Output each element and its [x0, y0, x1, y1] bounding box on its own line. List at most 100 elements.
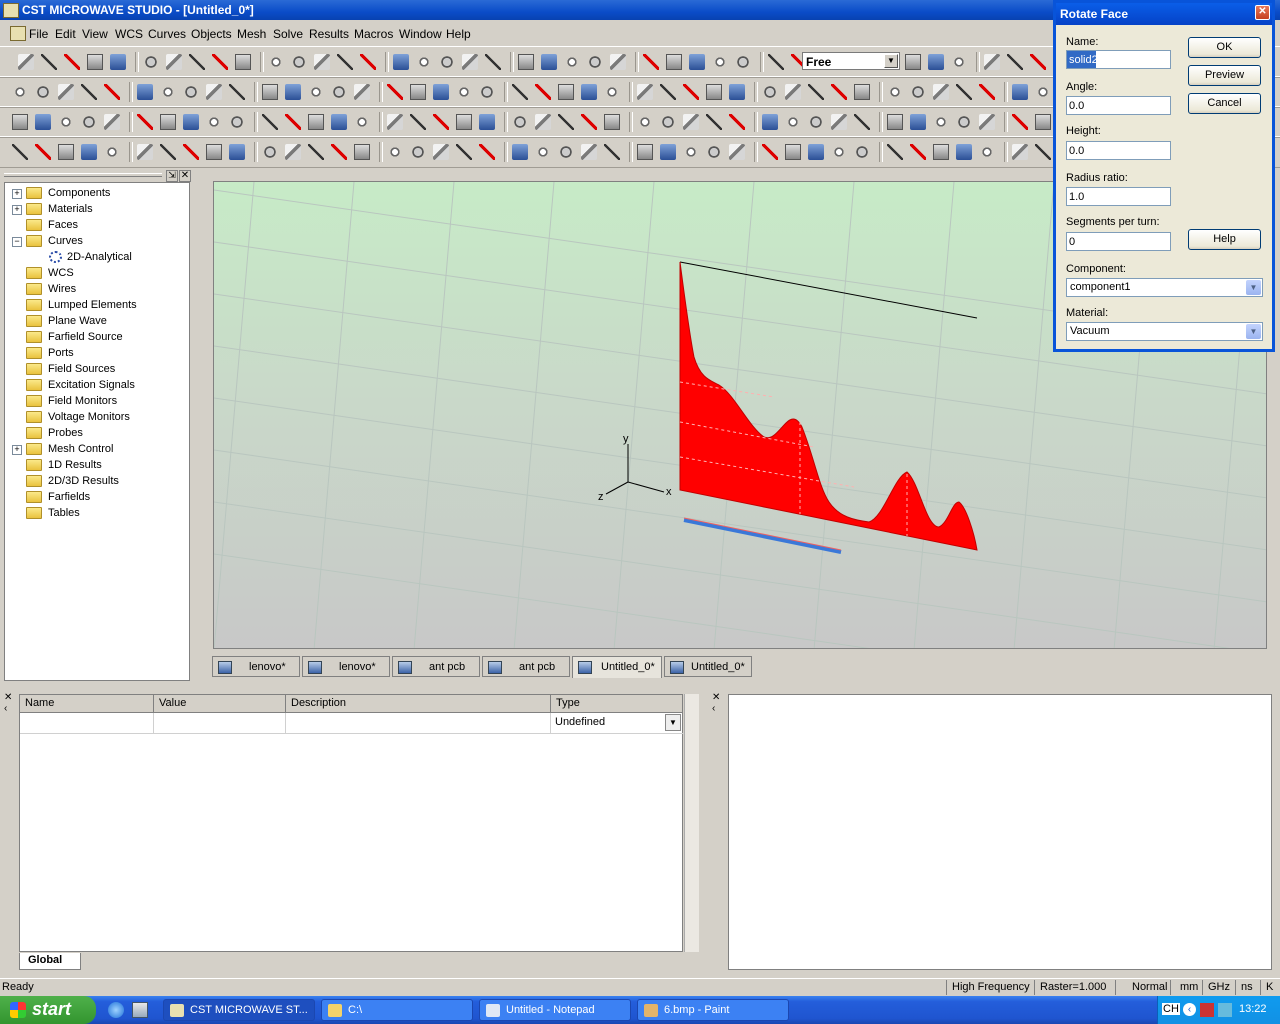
tab-ant-pcb-2[interactable]: ant pcb [482, 656, 570, 677]
menu-mesh[interactable]: Mesh [237, 27, 266, 41]
toolbar-tool-icon[interactable] [183, 114, 199, 130]
tree-item[interactable]: + Materials [5, 202, 189, 218]
toolbar-tool-icon[interactable] [104, 84, 120, 100]
toolbar-tool-icon[interactable] [160, 144, 176, 160]
task-cst[interactable]: CST MICROWAVE ST... [163, 999, 315, 1021]
ok-button[interactable]: OK [1188, 37, 1261, 58]
toolbar-tool-icon[interactable] [81, 84, 97, 100]
toolbar-tool-icon[interactable] [683, 144, 699, 160]
menu-solve[interactable]: Solve [273, 27, 303, 41]
toolbar-tool-icon[interactable] [87, 54, 103, 70]
toolbar-tool-icon[interactable] [785, 144, 801, 160]
toolbar-tool-icon[interactable] [262, 84, 278, 100]
toolbar-tool-icon[interactable] [35, 114, 51, 130]
toolbar-tool-icon[interactable] [479, 114, 495, 130]
toolbar-tool-icon[interactable] [41, 54, 57, 70]
chevron-down-icon[interactable]: ▼ [665, 714, 681, 731]
tree-item[interactable]: Voltage Monitors [5, 410, 189, 426]
toolbar-tool-icon[interactable] [268, 54, 284, 70]
tree-item[interactable]: 2D/3D Results [5, 474, 189, 490]
toolbar-tool-icon[interactable] [1007, 54, 1023, 70]
toolbar-tool-icon[interactable] [706, 84, 722, 100]
toolbar-tool-icon[interactable] [1035, 144, 1051, 160]
tree-item[interactable]: Probes [5, 426, 189, 442]
toolbar-tool-icon[interactable] [183, 84, 199, 100]
tree-item[interactable]: WCS [5, 266, 189, 282]
expand-icon[interactable]: + [12, 189, 22, 199]
network-icon[interactable] [1218, 1003, 1232, 1017]
height-field[interactable] [1066, 141, 1171, 160]
document-icon[interactable] [10, 26, 26, 41]
toolbar-tool-icon[interactable] [558, 84, 574, 100]
toolbar-tool-icon[interactable] [660, 144, 676, 160]
toolbar-tool-icon[interactable] [206, 84, 222, 100]
pin-icon[interactable]: ‹ [712, 703, 726, 714]
tab-untitled-2[interactable]: Untitled_0* [664, 656, 752, 677]
toolbar-tool-icon[interactable] [887, 114, 903, 130]
toolbar-tool-icon[interactable] [110, 54, 126, 70]
expand-icon[interactable]: + [12, 205, 22, 215]
tab-ant-pcb-1[interactable]: ant pcb [392, 656, 480, 677]
radius-ratio-field[interactable] [1066, 187, 1171, 206]
toolbar-tool-icon[interactable] [762, 114, 778, 130]
toolbar-tool-icon[interactable] [166, 54, 182, 70]
toolbar-tool-icon[interactable] [456, 84, 472, 100]
toolbar-tool-icon[interactable] [785, 114, 801, 130]
toolbar-tool-icon[interactable] [18, 54, 34, 70]
tree-item[interactable]: Wires [5, 282, 189, 298]
toolbar-tool-icon[interactable] [535, 84, 551, 100]
toolbar-tool-icon[interactable] [212, 54, 228, 70]
toolbar-tool-icon[interactable] [712, 54, 728, 70]
toolbar-tool-icon[interactable] [262, 114, 278, 130]
toolbar-tool-icon[interactable] [331, 114, 347, 130]
toolbar-tool-icon[interactable] [604, 144, 620, 160]
tree-item[interactable]: Excitation Signals [5, 378, 189, 394]
chevron-down-icon[interactable]: ▼ [1246, 324, 1261, 339]
tree-item[interactable]: 2D-Analytical [5, 250, 189, 266]
menu-wcs[interactable]: WCS [115, 27, 143, 41]
toolbar-tool-icon[interactable] [410, 144, 426, 160]
toolbar-tool-icon[interactable] [81, 144, 97, 160]
menu-window[interactable]: Window [399, 27, 442, 41]
tree-item[interactable]: Field Sources [5, 362, 189, 378]
toolbar-tool-icon[interactable] [12, 84, 28, 100]
expand-icon[interactable]: + [12, 445, 22, 455]
ie-icon[interactable] [108, 1002, 124, 1018]
toolbar-tool-icon[interactable] [285, 84, 301, 100]
toolbar-tool-icon[interactable] [64, 54, 80, 70]
toolbar-tool-icon[interactable] [808, 144, 824, 160]
toolbar-tool-icon[interactable] [581, 144, 597, 160]
tray-app-icon[interactable] [1200, 1003, 1214, 1017]
toolbar-tool-icon[interactable] [564, 54, 580, 70]
pin-icon[interactable]: ‹ [4, 703, 18, 714]
toolbar-tool-icon[interactable] [535, 114, 551, 130]
toolbar-tool-icon[interactable] [637, 144, 653, 160]
toolbar-tool-icon[interactable] [1035, 84, 1051, 100]
toolbar-tool-icon[interactable] [137, 114, 153, 130]
toolbar-tool-icon[interactable] [956, 84, 972, 100]
toolbar-tool-icon[interactable] [951, 54, 967, 70]
clock[interactable]: 13:22 [1239, 1003, 1267, 1015]
tree-item[interactable]: + Mesh Control [5, 442, 189, 458]
toolbar-tool-icon[interactable] [581, 114, 597, 130]
toolbar-tool-icon[interactable] [933, 144, 949, 160]
toolbar-tool-icon[interactable] [785, 84, 801, 100]
toolbar-tool-icon[interactable] [433, 144, 449, 160]
toolbar-tool-icon[interactable] [910, 144, 926, 160]
toolbar-tool-icon[interactable] [660, 84, 676, 100]
toolbar-tool-icon[interactable] [956, 114, 972, 130]
toolbar-tool-icon[interactable] [206, 144, 222, 160]
table-row[interactable]: Undefined ▼ [20, 713, 684, 734]
tray-expand-icon[interactable]: ‹ [1183, 1003, 1196, 1016]
toolbar-tool-icon[interactable] [183, 144, 199, 160]
toolbar-tool-icon[interactable] [660, 114, 676, 130]
tab-lenovo-2[interactable]: lenovo* [302, 656, 390, 677]
toolbar-tool-icon[interactable] [81, 114, 97, 130]
material-select[interactable]: Vacuum ▼ [1066, 322, 1263, 341]
toolbar-tool-icon[interactable] [729, 114, 745, 130]
chevron-down-icon[interactable]: ▼ [884, 54, 898, 68]
toolbar-tool-icon[interactable] [808, 84, 824, 100]
col-header-type[interactable]: Type [551, 695, 683, 713]
toolbar-tool-icon[interactable] [12, 144, 28, 160]
toolbar-tool-icon[interactable] [354, 84, 370, 100]
